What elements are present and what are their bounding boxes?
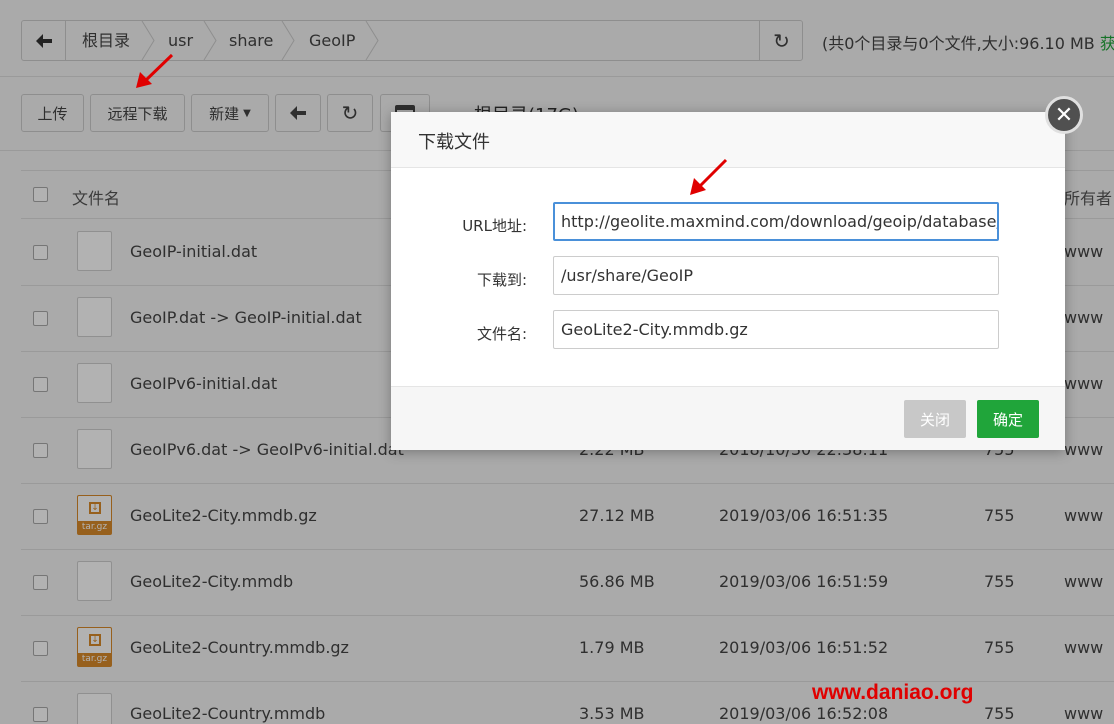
filename-input[interactable]: GeoLite2-City.mmdb.gz (553, 310, 999, 349)
annotation-arrow-icon (136, 53, 174, 88)
dest-label: 下载到: (476, 271, 527, 289)
annotation-arrow-icon (690, 158, 728, 195)
url-label: URL地址: (462, 217, 527, 235)
close-button[interactable]: 关闭 (904, 400, 966, 438)
dialog-footer: 关闭 确定 (391, 386, 1065, 450)
dialog-close-icon[interactable]: ✕ (1045, 96, 1083, 134)
watermark: www.daniao.org (812, 681, 974, 704)
confirm-button[interactable]: 确定 (977, 400, 1039, 438)
dialog-title: 下载文件 (418, 132, 490, 153)
filename-label: 文件名: (476, 325, 527, 343)
url-input[interactable]: http://geolite.maxmind.com/download/geoi… (553, 202, 999, 241)
dest-path-input[interactable]: /usr/share/GeoIP (553, 256, 999, 295)
